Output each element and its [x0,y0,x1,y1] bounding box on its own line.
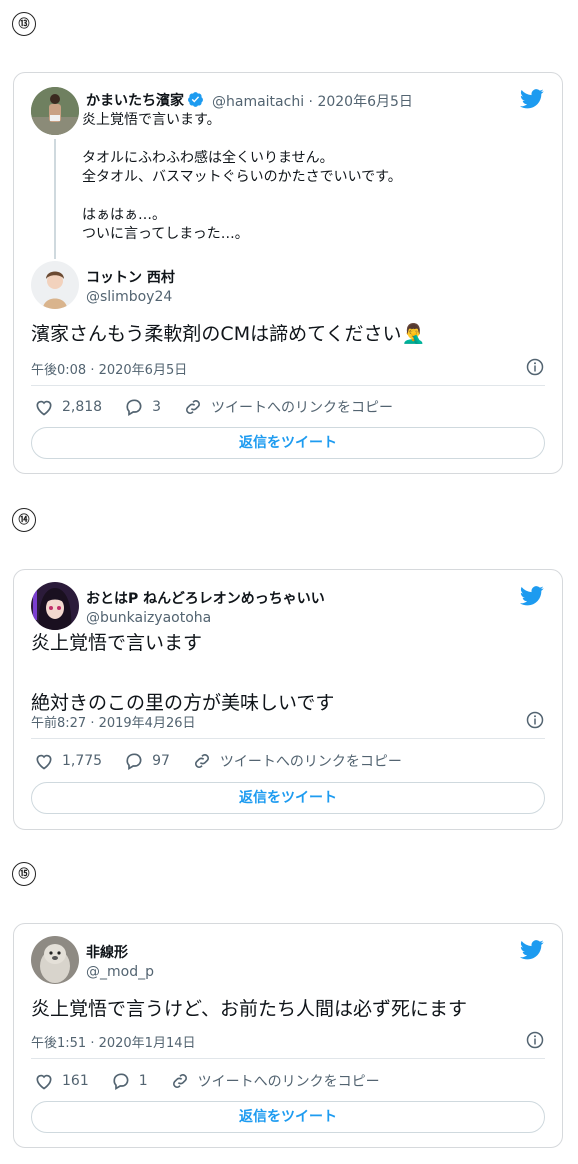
like-button[interactable]: 1,775 [34,751,102,771]
reply-icon [126,399,142,416]
info-icon[interactable] [526,711,544,729]
link-icon [172,1074,187,1088]
thread-line [54,139,56,259]
quoted-tweet-text: 炎上覚悟で言います。 タオルにふわふわ感は全くいりません。 全タオル、バスマット… [82,112,402,242]
tweet-card: 非線形 @_mod_p 炎上覚悟で言うけど、お前たち人間は必ず死にます 午後1:… [13,923,563,1148]
item-number: ⑮ [12,862,36,886]
handle[interactable]: @slimboy24 [86,289,172,305]
avatar[interactable] [31,582,79,630]
timestamp[interactable]: 午後1:51 · 2020年1月14日 [31,1032,196,1051]
reply-tweet-button[interactable]: 返信をツイート [31,782,545,814]
divider [31,1058,545,1059]
action-bar: 1,775 97 ツイートへのリンクをコピー [34,750,424,772]
link-icon [194,754,209,768]
divider [31,385,545,386]
avatar[interactable] [31,261,79,309]
reply-count-button[interactable]: 1 [111,1071,148,1091]
tweet-card: おとはP ねんどろレオンめっちゃいい @bunkaizyaotoha 炎上覚悟で… [13,569,563,830]
tweet-text: 炎上覚悟で言うけど、お前たち人間は必ず死にます [31,998,468,1020]
divider [31,738,545,739]
twitter-bird-icon[interactable] [520,940,544,960]
action-bar: 161 1 ツイートへのリンクをコピー [34,1070,402,1092]
reply-icon [126,753,142,770]
reply-count-button[interactable]: 3 [124,397,161,417]
like-button[interactable]: 2,818 [34,397,102,417]
tweet-card: かまいたち濱家 @hamaitachi · 2020年6月5日 炎上覚悟で言いま… [13,72,563,474]
reply-tweet-button[interactable]: 返信をツイート [31,1101,545,1133]
reply-count: 3 [152,399,162,415]
display-name[interactable]: コットン 西村 [86,267,175,287]
handle[interactable]: @_mod_p [86,964,154,980]
reply-icon [113,1073,129,1090]
link-icon [186,400,200,414]
heart-icon [36,400,52,416]
twitter-bird-icon[interactable] [520,586,544,606]
verified-badge-icon [188,92,203,107]
reply-count-button[interactable]: 97 [124,751,170,771]
reply-count: 97 [152,753,170,769]
heart-icon [36,1074,52,1090]
copy-link-button[interactable]: ツイートへのリンクをコピー [170,1071,380,1091]
handle-and-date[interactable]: @hamaitachi · 2020年6月5日 [212,91,413,111]
like-count: 1,775 [62,753,103,769]
heart-icon [36,754,52,770]
like-count: 2,818 [62,399,103,415]
copy-link-button[interactable]: ツイートへのリンクをコピー [192,751,402,771]
tweet-text: 炎上覚悟で言います 絶対きのこの里の方が美味しいです [31,632,335,714]
twitter-bird-icon[interactable] [520,89,544,109]
like-button[interactable]: 161 [34,1071,89,1091]
display-name[interactable]: かまいたち濱家 [86,90,204,110]
info-icon[interactable] [526,358,544,376]
avatar[interactable] [31,936,79,984]
info-icon[interactable] [526,1031,544,1049]
tweet-text: 濱家さんもう柔軟剤のCMは諦めてください🤦‍♂️ [31,323,426,345]
like-count: 161 [62,1073,89,1089]
timestamp[interactable]: 午後0:08 · 2020年6月5日 [31,359,187,378]
avatar[interactable] [31,87,79,135]
item-number: ⑬ [12,12,36,36]
handle[interactable]: @bunkaizyaotoha [86,610,211,626]
display-name[interactable]: 非線形 [86,942,128,962]
copy-link-button[interactable]: ツイートへのリンクをコピー [183,397,393,417]
display-name[interactable]: おとはP ねんどろレオンめっちゃいい [86,588,325,608]
item-number: ⑭ [12,508,36,532]
timestamp[interactable]: 午前8:27 · 2019年4月26日 [31,712,196,731]
action-bar: 2,818 3 ツイートへのリンクをコピー [34,396,415,418]
reply-tweet-button[interactable]: 返信をツイート [31,427,545,459]
reply-count: 1 [138,1073,148,1089]
